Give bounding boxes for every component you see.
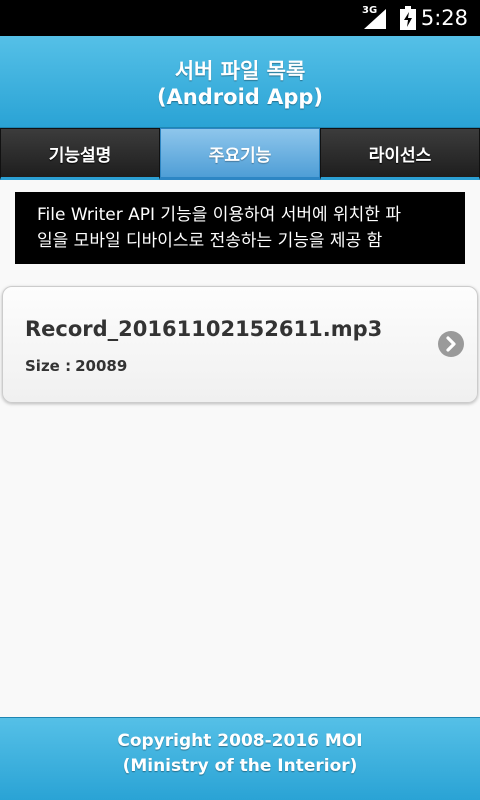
tab-main-features[interactable]: 주요기능 bbox=[160, 128, 320, 180]
tab-feature-description[interactable]: 기능설명 bbox=[0, 128, 160, 180]
main-content: File Writer API 기능을 이용하여 서버에 위치한 파 일을 모바… bbox=[0, 180, 480, 717]
page-title: 서버 파일 목록 bbox=[174, 59, 306, 83]
file-size: Size :20089 bbox=[25, 357, 127, 375]
tab-label: 라이선스 bbox=[368, 145, 432, 166]
clock: 5:28 bbox=[420, 6, 468, 30]
file-size-label: Size : bbox=[25, 357, 72, 375]
signal-icon bbox=[364, 9, 386, 29]
file-name: Record_20161102152611.mp3 bbox=[25, 317, 383, 341]
description-box: File Writer API 기능을 이용하여 서버에 위치한 파 일을 모바… bbox=[15, 192, 465, 264]
description-line: File Writer API 기능을 이용하여 서버에 위치한 파 bbox=[37, 205, 401, 225]
copyright-text: Copyright 2008-2016 MOI bbox=[117, 731, 363, 751]
organization-text: (Ministry of the Interior) bbox=[122, 756, 358, 776]
chevron-right-circle-icon[interactable] bbox=[437, 330, 465, 358]
tab-label: 기능설명 bbox=[48, 145, 112, 166]
app-header: 서버 파일 목록 (Android App) bbox=[0, 36, 480, 128]
file-list-item[interactable]: Record_20161102152611.mp3 Size :20089 bbox=[2, 286, 478, 403]
description-line: 일을 모바일 디바이스로 전송하는 기능을 제공 함 bbox=[37, 231, 383, 251]
tab-label: 주요기능 bbox=[208, 145, 272, 166]
tab-bar: 기능설명 주요기능 라이선스 bbox=[0, 128, 480, 180]
status-bar: 3G 5:28 bbox=[0, 0, 480, 36]
page-subtitle: (Android App) bbox=[156, 85, 324, 109]
file-size-value: 20089 bbox=[75, 357, 128, 375]
footer: Copyright 2008-2016 MOI (Ministry of the… bbox=[0, 717, 480, 800]
tab-license[interactable]: 라이선스 bbox=[320, 128, 480, 180]
battery-charging-icon bbox=[400, 6, 416, 30]
